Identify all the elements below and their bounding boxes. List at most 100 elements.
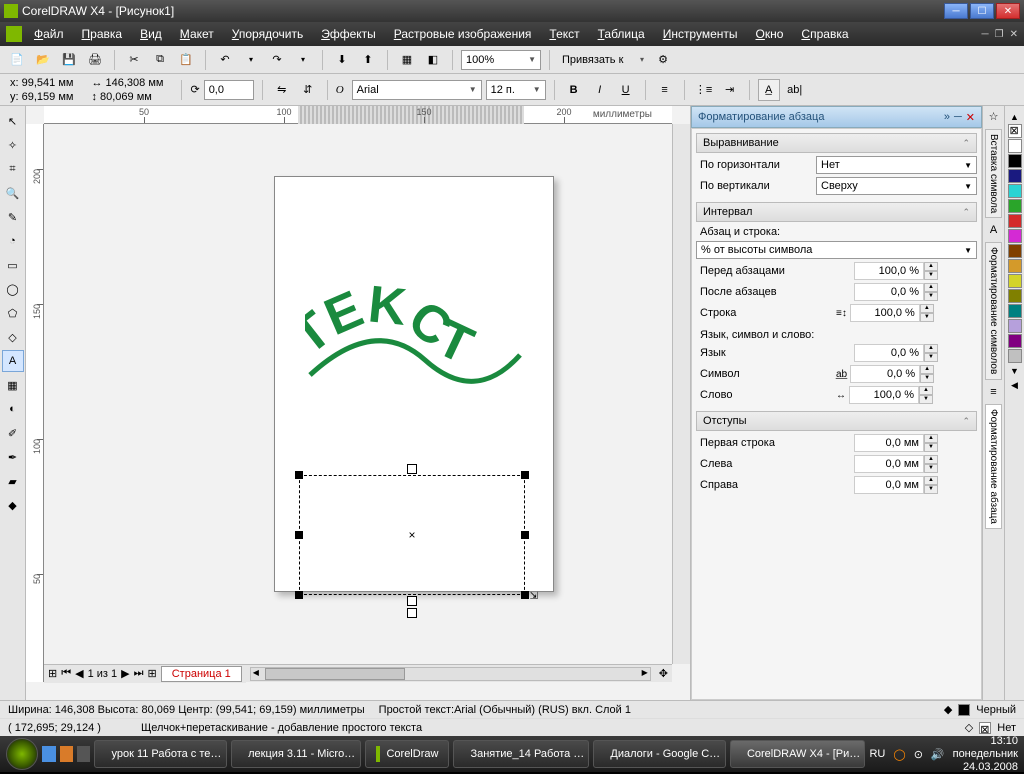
first-page-button[interactable]: ⏮ [61, 667, 71, 680]
overflow-icon[interactable]: ⇲ [530, 591, 538, 602]
mdi-close-button[interactable]: ✕ [1010, 29, 1018, 40]
bold-button[interactable]: B [563, 79, 585, 101]
task-button-4[interactable]: лекция 3.11 - Micro… [231, 740, 361, 768]
last-page-button[interactable]: ⏭ [134, 667, 144, 680]
edit-text-button[interactable]: ab| [784, 79, 806, 101]
mirror-v-button[interactable]: ⇵ [297, 79, 319, 101]
menu-edit[interactable]: Правка [82, 27, 123, 41]
align-button[interactable]: ≡ [654, 79, 676, 101]
mdi-restore-button[interactable]: ❐ [995, 29, 1004, 40]
freehand-tool[interactable]: ✎ [2, 206, 24, 228]
paragraph-text-frame[interactable]: ⇲ × [299, 475, 525, 595]
task-button-6[interactable]: CorelDRAW X4 - [Ри… [730, 740, 866, 768]
paste-button[interactable]: 📋 [175, 49, 197, 71]
left-indent-spin[interactable]: ▲▼ [924, 455, 938, 473]
outline-swatch[interactable]: ⊠ [979, 722, 991, 734]
tray-volume-icon[interactable]: 🔊 [931, 748, 945, 761]
word-spin[interactable]: ▲▼ [919, 386, 933, 404]
ql-firefox-icon[interactable] [60, 746, 73, 762]
color-swatch[interactable] [1008, 154, 1022, 168]
vertical-scrollbar[interactable] [672, 124, 690, 664]
snap-dropdown[interactable]: Привязать к▾ [558, 50, 648, 70]
tray-icon-2[interactable]: ⊙ [914, 748, 923, 761]
window-minimize-button[interactable]: ─ [944, 3, 968, 19]
first-indent-input[interactable]: 0,0 мм [854, 434, 924, 452]
cut-button[interactable]: ✂ [123, 49, 145, 71]
color-swatch[interactable] [1008, 244, 1022, 258]
underline-button[interactable]: U [615, 79, 637, 101]
after-spin[interactable]: ▲▼ [924, 283, 938, 301]
horizontal-ruler[interactable]: миллиметры 50100150200 [44, 106, 672, 124]
app-menu-icon[interactable] [6, 26, 22, 42]
options-button[interactable]: ⚙ [652, 49, 674, 71]
vtab-para-format[interactable]: Форматирование абзаца [985, 404, 1002, 529]
line-input[interactable]: 100,0 % [850, 304, 920, 322]
color-swatch[interactable] [1008, 229, 1022, 243]
welcome-button[interactable]: ◧ [422, 49, 444, 71]
menu-help[interactable]: Справка [801, 27, 848, 41]
line-spin[interactable]: ▲▼ [920, 304, 934, 322]
interactive-tool[interactable]: ◐ [2, 398, 24, 420]
menu-table[interactable]: Таблица [598, 27, 645, 41]
interval-section-header[interactable]: Интервал⌃ [696, 202, 977, 222]
docker-titlebar[interactable]: Форматирование абзаца » ─ ✕ [691, 106, 982, 128]
color-swatch[interactable] [1008, 304, 1022, 318]
crop-tool[interactable]: ⌗ [2, 158, 24, 180]
valign-combo[interactable]: Сверху▼ [816, 177, 977, 195]
palette-flyout-button[interactable]: ◀ [1011, 380, 1018, 391]
vtab-char-format[interactable]: Форматирование символов [985, 242, 1002, 379]
smart-fill-tool[interactable]: ◔ [2, 230, 24, 252]
docker-collapse-button[interactable]: » [944, 111, 950, 124]
font-combo[interactable]: Arial▼ [352, 80, 482, 100]
next-page-button[interactable]: ▶ [121, 667, 129, 680]
save-button[interactable]: 💾 [58, 49, 80, 71]
window-close-button[interactable]: ✕ [996, 3, 1020, 19]
fill-swatch[interactable] [958, 704, 970, 716]
task-button-5[interactable]: Занятие_14 Работа … [453, 740, 589, 768]
mirror-h-button[interactable]: ⇋ [271, 79, 293, 101]
palette-down-button[interactable]: ▼ [1010, 366, 1019, 376]
menu-view[interactable]: Вид [140, 27, 162, 41]
open-button[interactable]: 📂 [32, 49, 54, 71]
char-format-button[interactable]: A̲ [758, 79, 780, 101]
rectangle-tool[interactable]: ▭ [2, 254, 24, 276]
window-maximize-button[interactable]: ☐ [970, 3, 994, 19]
color-swatch[interactable] [1008, 199, 1022, 213]
color-swatch[interactable] [1008, 349, 1022, 363]
vertical-ruler[interactable]: 50100150200 [26, 124, 44, 682]
para-format-tab-icon[interactable]: ≡ [990, 386, 996, 398]
tray-icon-1[interactable]: ◯ [893, 748, 905, 761]
canvas-viewport[interactable]: TEKCT ⇲ × [44, 124, 672, 664]
right-indent-input[interactable]: 0,0 мм [854, 476, 924, 494]
docker-minimize-button[interactable]: ─ [954, 111, 962, 124]
undo-dropdown[interactable]: ▾ [240, 49, 262, 71]
font-size-combo[interactable]: 12 п.▼ [486, 80, 546, 100]
ql-desktop-icon[interactable] [77, 746, 90, 762]
after-input[interactable]: 0,0 % [854, 283, 924, 301]
indent-button[interactable]: ⇥ [719, 79, 741, 101]
ellipse-tool[interactable]: ◯ [2, 278, 24, 300]
eyedropper-tool[interactable]: ✐ [2, 422, 24, 444]
add-page-button[interactable]: ⊞ [148, 667, 157, 680]
lang-spin[interactable]: ▲▼ [924, 344, 938, 362]
color-swatch[interactable] [1008, 334, 1022, 348]
page-tab[interactable]: Страница 1 [161, 666, 242, 682]
app-launcher-button[interactable]: ▦ [396, 49, 418, 71]
task-button-1[interactable]: урок 11 Работа с те… [94, 740, 227, 768]
print-button[interactable]: 🖨 [84, 49, 106, 71]
hint-icon[interactable]: ☆ [989, 110, 999, 123]
copy-button[interactable]: ⧉ [149, 49, 171, 71]
redo-dropdown[interactable]: ▾ [292, 49, 314, 71]
right-indent-spin[interactable]: ▲▼ [924, 476, 938, 494]
char-spin[interactable]: ▲▼ [920, 365, 934, 383]
first-indent-spin[interactable]: ▲▼ [924, 434, 938, 452]
export-button[interactable]: ⬆ [357, 49, 379, 71]
docker-close-button[interactable]: ✕ [966, 111, 975, 124]
fill-tool[interactable]: ▰ [2, 470, 24, 492]
mdi-minimize-button[interactable]: ─ [982, 29, 989, 40]
start-button[interactable] [6, 738, 38, 770]
color-swatch[interactable] [1008, 184, 1022, 198]
task-button-2[interactable]: CorelDraw [365, 740, 449, 768]
menu-window[interactable]: Окно [756, 27, 784, 41]
vtab-insert-char[interactable]: Вставка символа [985, 129, 1002, 218]
